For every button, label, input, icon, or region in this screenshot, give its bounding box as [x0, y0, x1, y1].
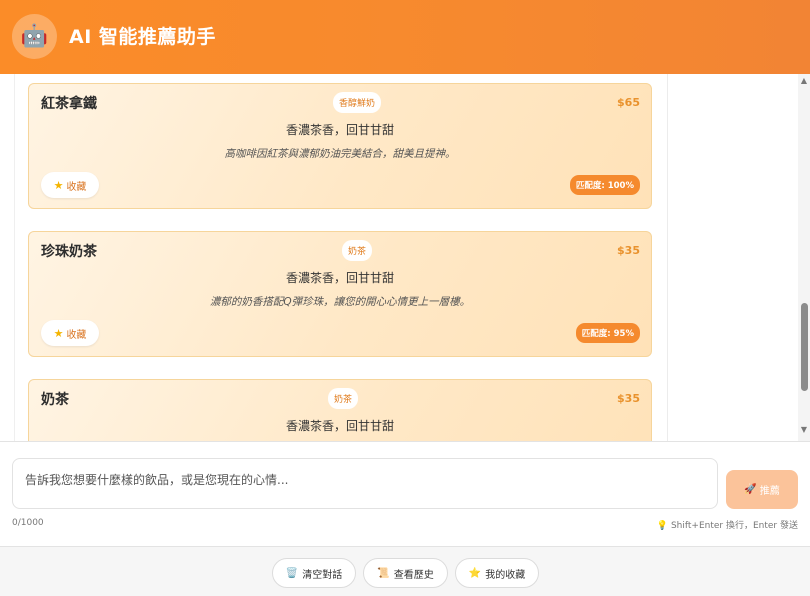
favorite-label: 收藏	[66, 181, 87, 193]
app-title: AI 智能推薦助手	[69, 26, 216, 48]
star-icon: ★	[53, 326, 64, 340]
clear-chat-label: 清空對話	[302, 569, 343, 581]
app-header: 🤖 AI 智能推薦助手	[0, 0, 810, 74]
view-history-button[interactable]: 📜 查看歷史	[363, 558, 448, 588]
rocket-icon: 🚀	[744, 484, 757, 495]
drink-price: $35	[617, 392, 640, 405]
recommendation-card: 珍珠奶茶 奶茶 $35 香濃茶香，回甘甘甜 濃郁的奶香搭配Q彈珍珠，讓您的開心心…	[28, 231, 652, 357]
drink-price: $35	[617, 244, 640, 257]
recommendation-card: 奶茶 奶茶 $35 香濃茶香，回甘甘甜	[28, 379, 652, 441]
footer-toolbar: 🗑️ 清空對話 📜 查看歷史 ⭐ 我的收藏	[0, 547, 810, 596]
favorite-label: 收藏	[66, 329, 87, 341]
message-input[interactable]	[12, 458, 718, 509]
star-icon: ⭐	[468, 567, 482, 579]
chat-area[interactable]: 紅茶拿鐵 香醇鮮奶 $65 香濃茶香，回甘甘甜 高咖啡因紅茶與濃郁奶油完美結合，…	[0, 74, 810, 441]
hint-text: Shift+Enter 換行，Enter 發送	[670, 521, 798, 531]
clear-chat-button[interactable]: 🗑️ 清空對話	[272, 558, 356, 588]
robot-icon: 🤖	[12, 14, 57, 59]
chat-scrollbar[interactable]: ▲ ▼	[798, 74, 810, 441]
favorite-button[interactable]: ★ 收藏	[41, 320, 99, 346]
scroll-icon: 📜	[377, 567, 390, 579]
recommendation-card: 紅茶拿鐵 香醇鮮奶 $65 香濃茶香，回甘甘甜 高咖啡因紅茶與濃郁奶油完美結合，…	[28, 83, 652, 209]
lightbulb-icon: 💡	[656, 521, 669, 531]
drink-flavor: 香濃茶香，回甘甘甜	[285, 123, 394, 137]
drink-name: 紅茶拿鐵	[41, 96, 97, 112]
drink-tag: 奶茶	[327, 388, 359, 409]
char-counter: 0/1000	[12, 518, 44, 528]
recommend-label: 推薦	[759, 486, 780, 497]
keyboard-hint: 💡 Shift+Enter 換行，Enter 發送	[657, 518, 798, 531]
star-icon: ★	[53, 178, 64, 192]
drink-name: 珍珠奶茶	[41, 244, 97, 260]
favorite-button[interactable]: ★ 收藏	[41, 172, 99, 198]
match-badge: 匹配度: 100%	[569, 175, 640, 195]
drink-tag: 香醇鮮奶	[332, 92, 382, 113]
scroll-down-icon[interactable]: ▼	[798, 423, 810, 435]
view-history-label: 查看歷史	[393, 569, 434, 581]
drink-name: 奶茶	[41, 392, 69, 408]
input-area: 🚀 推薦 0/1000 💡 Shift+Enter 換行，Enter 發送	[0, 441, 810, 547]
drink-price: $65	[617, 96, 640, 109]
my-favorites-button[interactable]: ⭐ 我的收藏	[455, 558, 539, 588]
message-panel: 紅茶拿鐵 香醇鮮奶 $65 香濃茶香，回甘甘甜 高咖啡因紅茶與濃郁奶油完美結合，…	[14, 74, 668, 441]
drink-tag: 奶茶	[341, 240, 373, 261]
scroll-up-icon[interactable]: ▲	[798, 74, 810, 86]
my-favorites-label: 我的收藏	[485, 569, 526, 581]
match-badge: 匹配度: 95%	[575, 323, 640, 343]
drink-flavor: 香濃茶香，回甘甘甜	[285, 419, 394, 433]
recommend-button[interactable]: 🚀 推薦	[726, 470, 798, 509]
drink-description: 高咖啡因紅茶與濃郁奶油完美結合，甜美且提神。	[224, 148, 456, 160]
drink-flavor: 香濃茶香，回甘甘甜	[285, 271, 394, 285]
trash-icon: 🗑️	[285, 567, 299, 579]
drink-description: 濃郁的奶香搭配Q彈珍珠，讓您的開心心情更上一層樓。	[209, 296, 471, 308]
scroll-thumb[interactable]	[801, 303, 808, 391]
